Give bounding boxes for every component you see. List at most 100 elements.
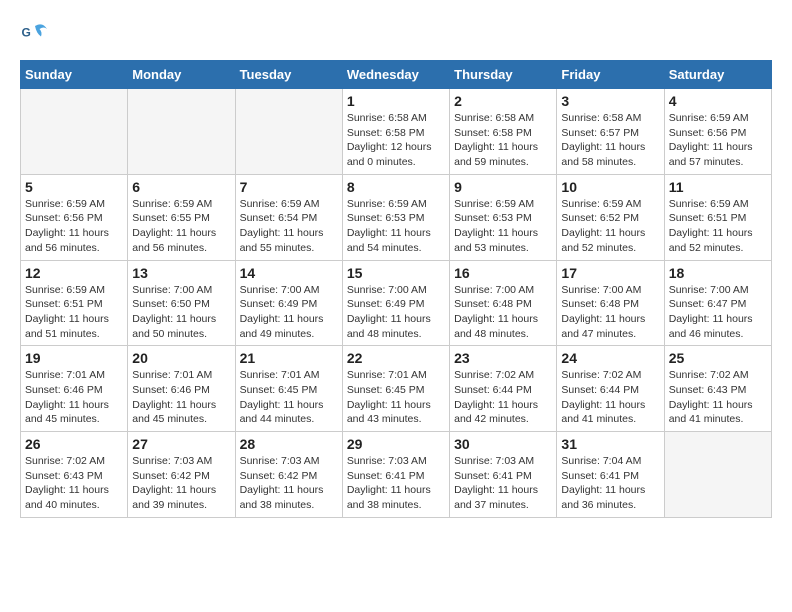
- day-number: 9: [454, 179, 552, 195]
- calendar-week-row: 5 Sunrise: 6:59 AM Sunset: 6:56 PM Daylig…: [21, 174, 772, 260]
- day-info: Sunrise: 7:01 AM Sunset: 6:45 PM Dayligh…: [240, 368, 338, 427]
- calendar-cell: 15Sunrise: 7:00 AM Sunset: 6:49 PM Dayli…: [342, 260, 449, 346]
- day-info: Sunrise: 6:59 AM Sunset: 6:53 PM Dayligh…: [454, 197, 552, 256]
- day-info: Sunrise: 7:01 AM Sunset: 6:46 PM Dayligh…: [132, 368, 230, 427]
- day-number: 29: [347, 436, 445, 452]
- day-info: Sunrise: 7:00 AM Sunset: 6:50 PM Dayligh…: [132, 283, 230, 342]
- day-info: Sunrise: 6:59 AM Sunset: 6:53 PM Dayligh…: [347, 197, 445, 256]
- day-number: 18: [669, 265, 767, 281]
- day-info: Sunrise: 7:03 AM Sunset: 6:42 PM Dayligh…: [132, 454, 230, 513]
- day-info: Sunrise: 7:02 AM Sunset: 6:44 PM Dayligh…: [454, 368, 552, 427]
- day-number: 19: [25, 350, 123, 366]
- day-number: 7: [240, 179, 338, 195]
- logo: G: [20, 20, 54, 50]
- calendar-cell: 11 Sunrise: 6:59 AM Sunset: 6:51 PM Dayli…: [664, 174, 771, 260]
- day-number: 24: [561, 350, 659, 366]
- day-info: Sunrise: 7:04 AM Sunset: 6:41 PM Dayligh…: [561, 454, 659, 513]
- day-info: Sunrise: 6:59 AM Sunset: 6:56 PM Dayligh…: [669, 111, 767, 170]
- calendar-cell: 17 Sunrise: 7:00 AM Sunset: 6:48 PM Dayli…: [557, 260, 664, 346]
- weekday-header-saturday: Saturday: [664, 61, 771, 89]
- day-number: 14: [240, 265, 338, 281]
- calendar-cell: 12 Sunrise: 6:59 AM Sunset: 6:51 PM Dayli…: [21, 260, 128, 346]
- day-info: Sunrise: 7:02 AM Sunset: 6:44 PM Dayligh…: [561, 368, 659, 427]
- day-number: 8: [347, 179, 445, 195]
- calendar-cell: 16 Sunrise: 7:00 AM Sunset: 6:48 PM Dayli…: [450, 260, 557, 346]
- calendar-cell: [235, 89, 342, 175]
- calendar-cell: 23 Sunrise: 7:02 AM Sunset: 6:44 PM Dayli…: [450, 346, 557, 432]
- calendar-cell: 30Sunrise: 7:03 AM Sunset: 6:41 PM Dayli…: [450, 432, 557, 518]
- calendar-cell: 9 Sunrise: 6:59 AM Sunset: 6:53 PM Daylig…: [450, 174, 557, 260]
- calendar-cell: 13 Sunrise: 7:00 AM Sunset: 6:50 PM Dayli…: [128, 260, 235, 346]
- page-header: G: [20, 20, 772, 50]
- logo-icon: G: [20, 20, 50, 50]
- calendar-week-row: 12 Sunrise: 6:59 AM Sunset: 6:51 PM Dayli…: [21, 260, 772, 346]
- day-info: Sunrise: 7:00 AM Sunset: 6:48 PM Dayligh…: [561, 283, 659, 342]
- calendar-cell: 18 Sunrise: 7:00 AM Sunset: 6:47 PM Dayli…: [664, 260, 771, 346]
- day-number: 5: [25, 179, 123, 195]
- day-number: 16: [454, 265, 552, 281]
- day-number: 21: [240, 350, 338, 366]
- day-info: Sunrise: 6:59 AM Sunset: 6:51 PM Dayligh…: [669, 197, 767, 256]
- weekday-header-friday: Friday: [557, 61, 664, 89]
- calendar-cell: 24 Sunrise: 7:02 AM Sunset: 6:44 PM Dayli…: [557, 346, 664, 432]
- calendar-cell: 28 Sunrise: 7:03 AM Sunset: 6:42 PM Dayli…: [235, 432, 342, 518]
- calendar-cell: 26Sunrise: 7:02 AM Sunset: 6:43 PM Dayli…: [21, 432, 128, 518]
- day-number: 30: [454, 436, 552, 452]
- day-info: Sunrise: 6:58 AM Sunset: 6:58 PM Dayligh…: [454, 111, 552, 170]
- calendar-cell: 2Sunrise: 6:58 AM Sunset: 6:58 PM Daylig…: [450, 89, 557, 175]
- calendar-cell: 3 Sunrise: 6:58 AM Sunset: 6:57 PM Daylig…: [557, 89, 664, 175]
- day-number: 6: [132, 179, 230, 195]
- weekday-header-wednesday: Wednesday: [342, 61, 449, 89]
- day-number: 13: [132, 265, 230, 281]
- day-number: 4: [669, 93, 767, 109]
- calendar-cell: [21, 89, 128, 175]
- day-info: Sunrise: 7:00 AM Sunset: 6:47 PM Dayligh…: [669, 283, 767, 342]
- calendar-cell: 4 Sunrise: 6:59 AM Sunset: 6:56 PM Daylig…: [664, 89, 771, 175]
- calendar-cell: 22Sunrise: 7:01 AM Sunset: 6:45 PM Dayli…: [342, 346, 449, 432]
- calendar-cell: 19Sunrise: 7:01 AM Sunset: 6:46 PM Dayli…: [21, 346, 128, 432]
- day-number: 20: [132, 350, 230, 366]
- calendar-cell: 25 Sunrise: 7:02 AM Sunset: 6:43 PM Dayli…: [664, 346, 771, 432]
- calendar-cell: 20 Sunrise: 7:01 AM Sunset: 6:46 PM Dayli…: [128, 346, 235, 432]
- day-info: Sunrise: 6:58 AM Sunset: 6:58 PM Dayligh…: [347, 111, 445, 170]
- calendar-cell: 1 Sunrise: 6:58 AM Sunset: 6:58 PM Daylig…: [342, 89, 449, 175]
- weekday-header-tuesday: Tuesday: [235, 61, 342, 89]
- day-info: Sunrise: 6:59 AM Sunset: 6:52 PM Dayligh…: [561, 197, 659, 256]
- calendar-cell: 7 Sunrise: 6:59 AM Sunset: 6:54 PM Daylig…: [235, 174, 342, 260]
- day-info: Sunrise: 7:02 AM Sunset: 6:43 PM Dayligh…: [669, 368, 767, 427]
- day-number: 28: [240, 436, 338, 452]
- weekday-header-monday: Monday: [128, 61, 235, 89]
- calendar-cell: 6 Sunrise: 6:59 AM Sunset: 6:55 PM Daylig…: [128, 174, 235, 260]
- day-info: Sunrise: 7:00 AM Sunset: 6:49 PM Dayligh…: [347, 283, 445, 342]
- weekday-header-thursday: Thursday: [450, 61, 557, 89]
- day-number: 10: [561, 179, 659, 195]
- day-number: 23: [454, 350, 552, 366]
- calendar-cell: [128, 89, 235, 175]
- calendar-week-row: 26Sunrise: 7:02 AM Sunset: 6:43 PM Dayli…: [21, 432, 772, 518]
- calendar-cell: 5 Sunrise: 6:59 AM Sunset: 6:56 PM Daylig…: [21, 174, 128, 260]
- day-info: Sunrise: 6:59 AM Sunset: 6:56 PM Dayligh…: [25, 197, 123, 256]
- day-info: Sunrise: 7:03 AM Sunset: 6:42 PM Dayligh…: [240, 454, 338, 513]
- day-info: Sunrise: 6:59 AM Sunset: 6:54 PM Dayligh…: [240, 197, 338, 256]
- day-info: Sunrise: 6:58 AM Sunset: 6:57 PM Dayligh…: [561, 111, 659, 170]
- day-info: Sunrise: 6:59 AM Sunset: 6:51 PM Dayligh…: [25, 283, 123, 342]
- day-number: 17: [561, 265, 659, 281]
- day-number: 26: [25, 436, 123, 452]
- calendar-cell: 8 Sunrise: 6:59 AM Sunset: 6:53 PM Daylig…: [342, 174, 449, 260]
- day-number: 1: [347, 93, 445, 109]
- calendar-cell: 29Sunrise: 7:03 AM Sunset: 6:41 PM Dayli…: [342, 432, 449, 518]
- calendar-cell: [664, 432, 771, 518]
- day-number: 12: [25, 265, 123, 281]
- day-number: 31: [561, 436, 659, 452]
- svg-text:G: G: [22, 26, 31, 40]
- calendar-cell: 27Sunrise: 7:03 AM Sunset: 6:42 PM Dayli…: [128, 432, 235, 518]
- calendar-cell: 21 Sunrise: 7:01 AM Sunset: 6:45 PM Dayli…: [235, 346, 342, 432]
- weekday-header-row: SundayMondayTuesdayWednesdayThursdayFrid…: [21, 61, 772, 89]
- calendar-cell: 14Sunrise: 7:00 AM Sunset: 6:49 PM Dayli…: [235, 260, 342, 346]
- day-info: Sunrise: 6:59 AM Sunset: 6:55 PM Dayligh…: [132, 197, 230, 256]
- day-number: 3: [561, 93, 659, 109]
- day-number: 25: [669, 350, 767, 366]
- day-number: 11: [669, 179, 767, 195]
- weekday-header-sunday: Sunday: [21, 61, 128, 89]
- day-info: Sunrise: 7:00 AM Sunset: 6:48 PM Dayligh…: [454, 283, 552, 342]
